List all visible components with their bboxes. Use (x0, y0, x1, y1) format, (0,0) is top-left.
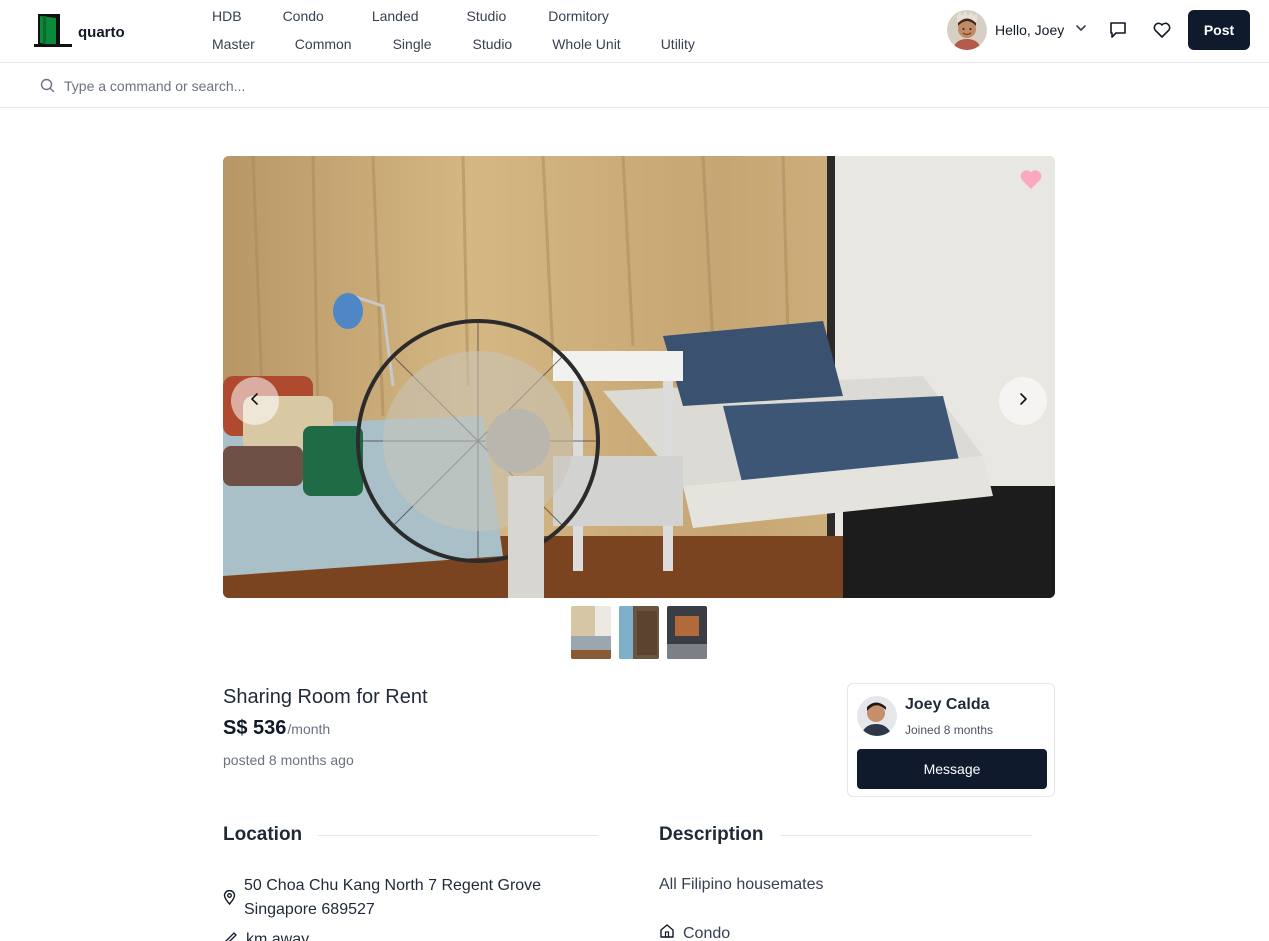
nav-item-single[interactable]: Single (393, 36, 432, 52)
search-icon (40, 78, 55, 98)
listing-title: Sharing Room for Rent (223, 686, 428, 708)
brand-name: quarto (78, 24, 125, 41)
command-bar (0, 63, 1269, 108)
property-type-row: Condo (659, 923, 730, 941)
nav-item-master[interactable]: Master (212, 36, 255, 52)
property-type: Condo (683, 924, 731, 941)
nav-item-utility[interactable]: Utility (661, 36, 695, 52)
command-search-input[interactable] (64, 75, 664, 97)
photo-thumbnail[interactable] (667, 606, 707, 659)
posted-date: posted 8 months ago (223, 752, 354, 768)
nav-item-dormitory[interactable]: Dormitory (548, 8, 609, 24)
nav-item-landed[interactable]: Landed (372, 8, 419, 24)
chevron-left-icon (247, 391, 263, 412)
ruler-icon (223, 930, 238, 941)
price-unit: /month (287, 721, 331, 737)
chevron-down-icon (1074, 21, 1088, 40)
location-section-header: Location (223, 824, 599, 846)
description-heading: Description (659, 824, 764, 845)
property-type-nav: HDB Condo Landed Studio Dormitory (212, 8, 609, 24)
address-line-1: 50 Choa Chu Kang North 7 Regent Grove (244, 877, 542, 894)
door-logo-icon (34, 12, 72, 53)
divider (318, 834, 599, 836)
nav-item-hdb[interactable]: HDB (212, 8, 242, 24)
room-type-nav: Master Common Single Studio Whole Unit U… (212, 36, 695, 52)
message-button[interactable]: Message (857, 749, 1047, 789)
listing-photo (223, 156, 1055, 598)
listing-price: S$ 536 /month (223, 717, 330, 740)
top-navbar: quarto HDB Condo Landed Studio Dormitory… (0, 0, 1269, 63)
owner-name: Joey Calda (905, 696, 990, 713)
user-greeting: Hello, Joey (995, 22, 1065, 38)
home-icon (659, 923, 675, 941)
save-favorite-heart-icon[interactable] (1019, 168, 1043, 195)
description-text: All Filipino housemates (659, 876, 824, 893)
chevron-right-icon (1015, 391, 1031, 412)
messages-icon[interactable] (1106, 18, 1130, 42)
address-line-2: Singapore 689527 (244, 901, 375, 918)
divider (779, 834, 1032, 836)
next-photo-button[interactable] (999, 377, 1047, 425)
nav-item-studio[interactable]: Studio (467, 8, 507, 24)
brand-logo[interactable]: quarto (34, 12, 125, 53)
owner-card: Joey Calda Joined 8 months Message (847, 683, 1055, 797)
nav-item-whole-unit[interactable]: Whole Unit (552, 36, 620, 52)
user-avatar (947, 10, 987, 50)
nav-item-condo[interactable]: Condo (283, 8, 324, 24)
price-amount: S$ 536 (223, 717, 287, 739)
photo-thumbnail[interactable] (571, 606, 611, 659)
nav-item-studio-room[interactable]: Studio (473, 36, 513, 52)
photo-thumbnail[interactable] (619, 606, 659, 659)
prev-photo-button[interactable] (231, 377, 279, 425)
distance-row: km away (223, 930, 309, 941)
nav-item-common[interactable]: Common (295, 36, 352, 52)
listing-address: 50 Choa Chu Kang North 7 Regent Grove Si… (244, 874, 604, 922)
owner-avatar (857, 696, 897, 736)
owner-joined: Joined 8 months (905, 723, 994, 737)
post-button[interactable]: Post (1188, 10, 1250, 50)
description-section-header: Description (659, 824, 1032, 846)
photo-thumbnails (571, 606, 707, 659)
location-heading: Location (223, 824, 303, 845)
favorites-heart-icon[interactable] (1150, 18, 1174, 42)
map-pin-icon (223, 889, 236, 910)
user-menu[interactable]: Hello, Joey (947, 10, 1088, 50)
distance-text: km away (246, 931, 310, 941)
